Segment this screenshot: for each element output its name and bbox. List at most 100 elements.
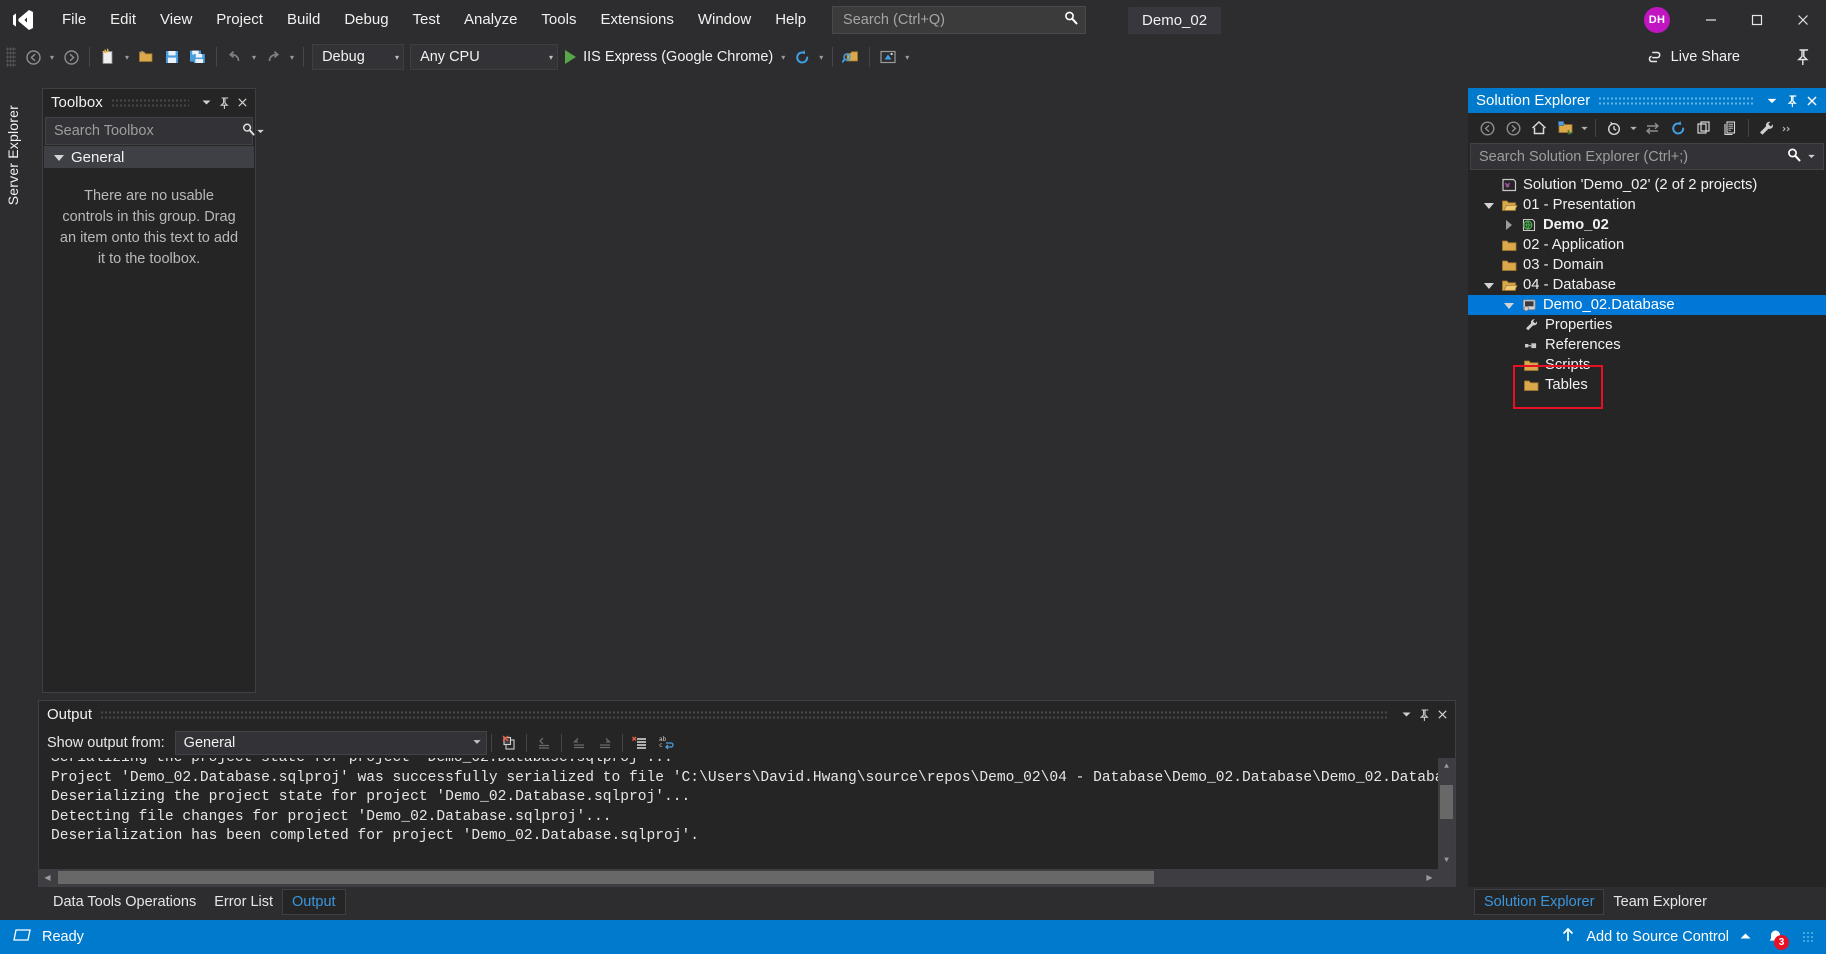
close-button[interactable] — [1780, 0, 1826, 40]
word-wrap-button[interactable]: ab c — [653, 731, 679, 755]
toolbox-group-general[interactable]: General — [44, 146, 254, 168]
back-button[interactable] — [1474, 115, 1500, 141]
start-debugging-button[interactable]: IIS Express (Google Chrome) — [561, 44, 777, 70]
tree-item-tables[interactable]: Tables — [1468, 375, 1826, 395]
tree-item-01-presentation[interactable]: 01 - Presentation — [1468, 195, 1826, 215]
toolbar-overflow-icon[interactable]: ▾ — [901, 53, 913, 62]
new-project-button[interactable] — [95, 44, 121, 70]
solution-configuration-combo[interactable]: Debug ▾ — [312, 44, 405, 70]
output-dropdown-button[interactable] — [1397, 705, 1415, 725]
menu-tools[interactable]: Tools — [529, 0, 588, 40]
scroll-down-icon[interactable]: ▼ — [1438, 852, 1455, 869]
save-all-button[interactable] — [185, 44, 211, 70]
tree-item-04-database[interactable]: 04 - Database — [1468, 275, 1826, 295]
tree-item-demo-02-database[interactable]: Demo_02.Database — [1468, 295, 1826, 315]
sync-with-active-document-button[interactable] — [1639, 115, 1665, 141]
tree-item-properties[interactable]: Properties — [1468, 315, 1826, 335]
redo-caret-icon[interactable]: ▾ — [286, 53, 298, 62]
menu-window[interactable]: Window — [686, 0, 763, 40]
pending-changes-caret[interactable] — [1578, 115, 1590, 141]
hot-reload-button[interactable] — [789, 44, 815, 70]
quick-launch-search[interactable] — [832, 6, 1087, 34]
tab-error-list[interactable]: Error List — [205, 890, 282, 914]
tree-item-references[interactable]: References — [1468, 335, 1826, 355]
toolbox-close-button[interactable] — [233, 93, 251, 113]
maximize-button[interactable] — [1734, 0, 1780, 40]
solution-explorer-tree[interactable]: Solution 'Demo_02' (2 of 2 projects) 01 … — [1468, 170, 1826, 887]
toolbar-grip[interactable] — [6, 47, 16, 67]
toolbox-search[interactable] — [45, 117, 264, 145]
undo-caret-icon[interactable]: ▾ — [248, 53, 260, 62]
output-horizontal-scrollbar[interactable]: ◀ ▶ — [39, 869, 1455, 886]
output-drag-grip[interactable] — [100, 709, 1389, 720]
save-button[interactable] — [159, 44, 185, 70]
solution-explorer-search-input[interactable] — [1479, 148, 1786, 165]
toolbox-search-dropdown[interactable] — [256, 121, 265, 141]
tab-output[interactable]: Output — [282, 889, 346, 915]
minimize-button[interactable] — [1688, 0, 1734, 40]
toolbar-pin-button[interactable] — [1794, 47, 1812, 71]
scroll-up-icon[interactable]: ▲ — [1438, 758, 1455, 775]
solution-explorer-dropdown-button[interactable] — [1762, 90, 1782, 112]
start-debugging-caret-icon[interactable]: ▾ — [777, 53, 789, 62]
chevron-up-icon[interactable] — [1739, 929, 1752, 945]
notifications-button[interactable]: 3 — [1762, 926, 1789, 950]
find-in-files-button[interactable] — [838, 44, 864, 70]
solution-explorer-close-button[interactable] — [1802, 90, 1822, 112]
navigate-back-caret-icon[interactable]: ▾ — [46, 53, 58, 62]
toolbox-pin-button[interactable] — [215, 93, 233, 113]
undo-button[interactable] — [222, 44, 248, 70]
live-share-button[interactable]: Live Share — [1646, 40, 1740, 74]
scroll-right-icon[interactable]: ▶ — [1421, 869, 1438, 886]
tree-twisty-expanded[interactable] — [1480, 202, 1498, 209]
history-caret[interactable] — [1627, 115, 1639, 141]
navigate-back-button[interactable] — [20, 44, 46, 70]
menu-build[interactable]: Build — [275, 0, 332, 40]
vertical-scroll-thumb[interactable] — [1440, 785, 1453, 819]
quick-launch-input[interactable] — [843, 12, 1064, 28]
menu-help[interactable]: Help — [763, 0, 818, 40]
go-to-message-button[interactable] — [531, 731, 557, 755]
avatar[interactable]: DH — [1644, 7, 1670, 33]
refresh-button[interactable] — [1665, 115, 1691, 141]
horizontal-scroll-thumb[interactable] — [58, 871, 1154, 884]
tree-item-solution[interactable]: Solution 'Demo_02' (2 of 2 projects) — [1468, 175, 1826, 195]
scroll-left-icon[interactable]: ◀ — [39, 869, 56, 886]
navigate-forward-button[interactable] — [58, 44, 84, 70]
output-source-combo[interactable]: General — [174, 731, 487, 755]
tree-item-demo-02-project[interactable]: Demo_02 — [1468, 215, 1826, 235]
resize-grip[interactable] — [1802, 931, 1814, 943]
previous-message-button[interactable] — [566, 731, 592, 755]
menu-debug[interactable]: Debug — [332, 0, 400, 40]
menu-edit[interactable]: Edit — [98, 0, 148, 40]
sidebar-item-server-explorer[interactable]: Server Explorer — [0, 80, 26, 230]
next-message-button[interactable] — [592, 731, 618, 755]
tree-item-02-application[interactable]: 02 - Application — [1468, 235, 1826, 255]
tree-twisty-expanded[interactable] — [1500, 302, 1518, 309]
tab-solution-explorer[interactable]: Solution Explorer — [1474, 889, 1605, 915]
output-close-button[interactable] — [1433, 705, 1451, 725]
solution-explorer-search[interactable] — [1470, 143, 1824, 170]
tree-item-03-domain[interactable]: 03 - Domain — [1468, 255, 1826, 275]
clear-all-button[interactable] — [496, 731, 522, 755]
menu-analyze[interactable]: Analyze — [452, 0, 529, 40]
show-all-files-button[interactable] — [1717, 115, 1743, 141]
menu-project[interactable]: Project — [204, 0, 275, 40]
redo-button[interactable] — [260, 44, 286, 70]
solution-explorer-drag-grip[interactable] — [1598, 95, 1754, 106]
add-to-source-control-label[interactable]: Add to Source Control — [1586, 929, 1729, 945]
output-vertical-scrollbar[interactable]: ▲ ▼ — [1438, 758, 1455, 869]
tab-data-tools-operations[interactable]: Data Tools Operations — [44, 890, 205, 914]
solution-explorer-search-dropdown[interactable] — [1802, 147, 1820, 167]
menu-extensions[interactable]: Extensions — [588, 0, 685, 40]
new-project-caret-icon[interactable]: ▾ — [121, 53, 133, 62]
properties-button[interactable] — [1754, 115, 1780, 141]
toolbar-overflow-button[interactable] — [1780, 115, 1794, 141]
output-pin-button[interactable] — [1415, 705, 1433, 725]
pending-changes-button[interactable] — [1552, 115, 1578, 141]
menu-view[interactable]: View — [148, 0, 204, 40]
preview-button[interactable] — [875, 44, 901, 70]
tree-twisty-collapsed[interactable] — [1500, 220, 1518, 230]
open-file-button[interactable] — [133, 44, 159, 70]
solution-platform-combo[interactable]: Any CPU ▾ — [410, 44, 559, 70]
